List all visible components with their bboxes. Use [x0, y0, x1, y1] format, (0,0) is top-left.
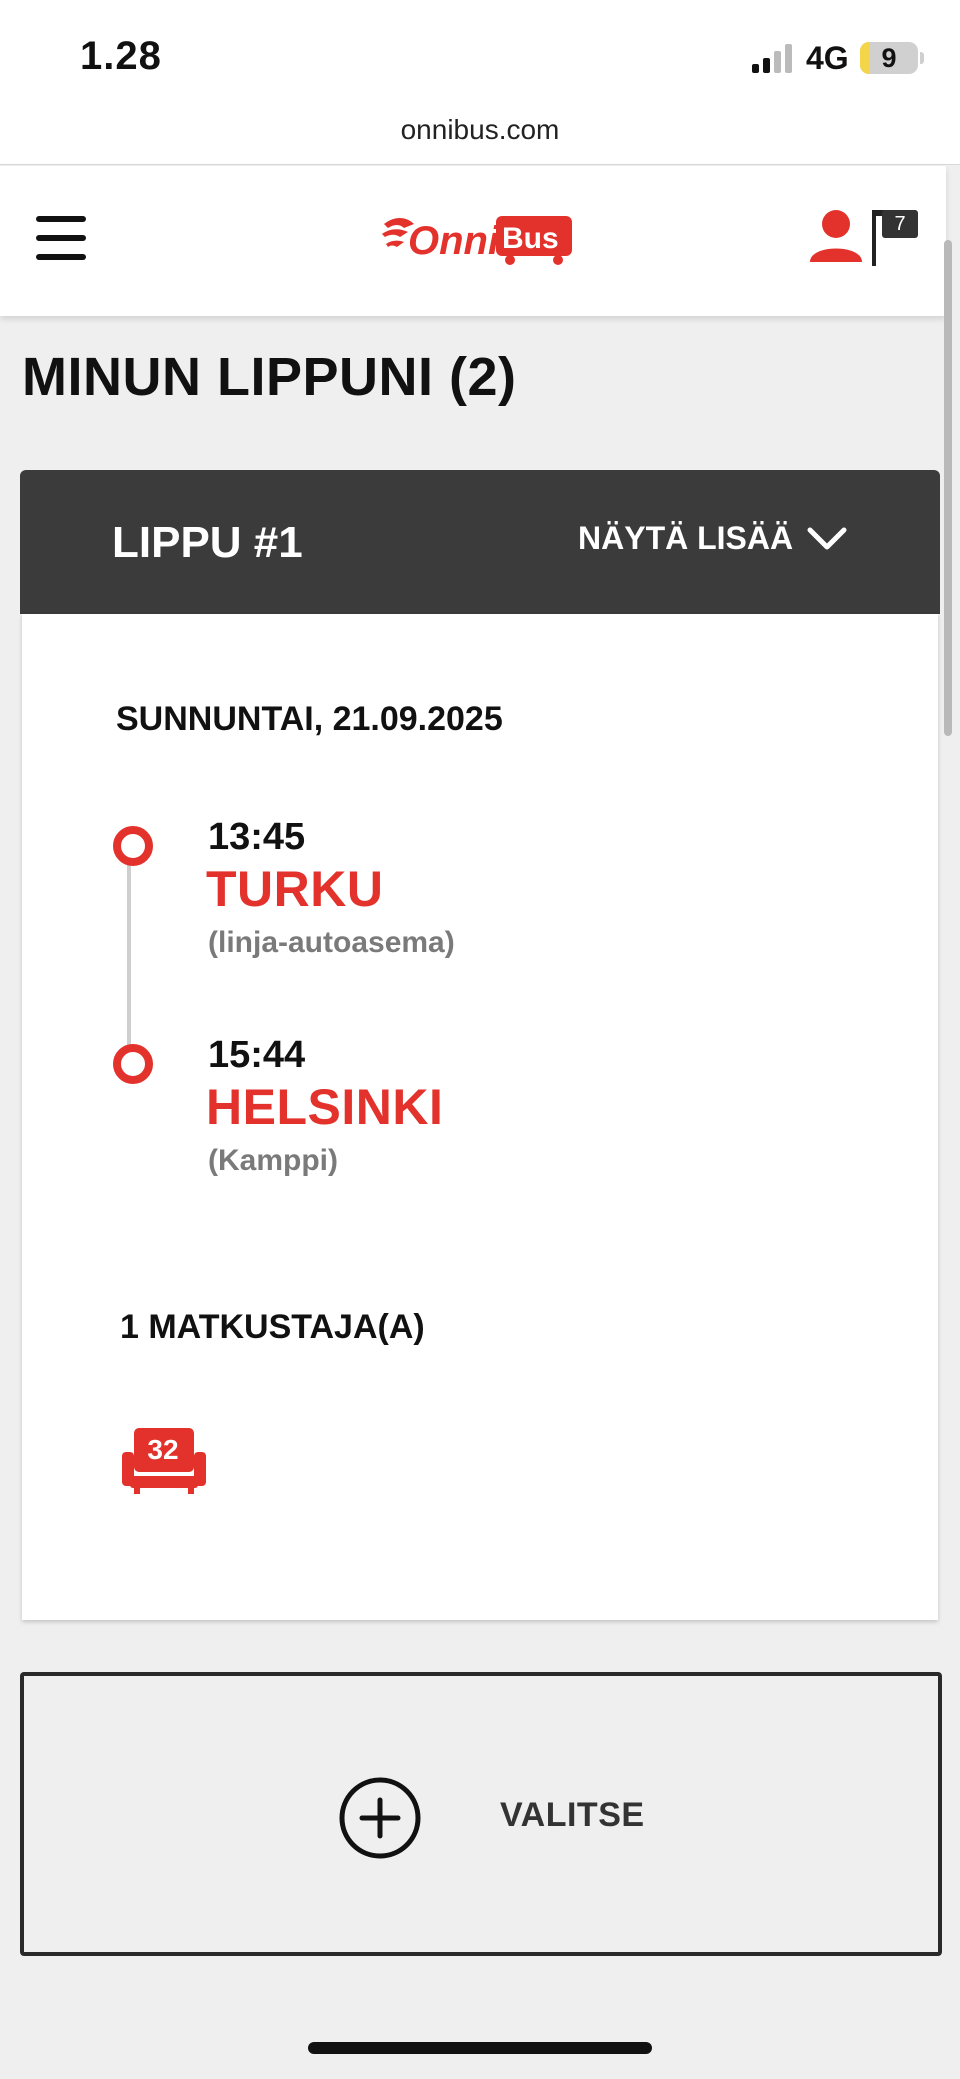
passenger-count: 1 MATKUSTAJA(A) — [120, 1308, 425, 1346]
signal-icon — [752, 44, 794, 79]
menu-icon[interactable] — [36, 216, 86, 260]
battery-level: 9 — [881, 43, 897, 73]
chevron-down-icon — [807, 527, 847, 549]
onnibus-logo[interactable]: Onni Bus — [380, 210, 576, 271]
travel-date: SUNNUNTAI, 21.09.2025 — [116, 700, 503, 738]
url-text: onnibus.com — [400, 114, 560, 145]
departure-time: 13:45 — [208, 816, 306, 858]
home-indicator[interactable] — [308, 2042, 652, 2054]
arrival-station: (Kamppi) — [208, 1144, 338, 1177]
site-header: Onni Bus 7 — [0, 166, 946, 316]
status-time: 1.28 — [80, 34, 162, 78]
ticket-label: LIPPU #1 — [112, 518, 303, 567]
select-label: VALITSE — [500, 1796, 645, 1834]
battery-tip — [920, 52, 924, 64]
plus-circle-icon — [339, 1777, 421, 1859]
select-ticket-button[interactable]: VALITSE — [20, 1672, 942, 1956]
show-more-button[interactable]: NÄYTÄ LISÄÄ — [578, 520, 847, 557]
url-bar[interactable]: onnibus.com — [0, 112, 960, 165]
arrival-time: 15:44 — [208, 1034, 306, 1076]
seat-number: 32 — [147, 1434, 179, 1465]
ticket-card: SUNNUNTAI, 21.09.2025 13:45 TURKU (linja… — [22, 614, 938, 1620]
route-line — [127, 854, 131, 1064]
network-label: 4G — [806, 40, 849, 76]
arrival-dot-icon — [113, 1044, 153, 1084]
arrival-city: HELSINKI — [206, 1079, 444, 1135]
departure-city: TURKU — [206, 861, 384, 917]
svg-text:Bus: Bus — [502, 222, 559, 255]
user-icon[interactable] — [808, 208, 864, 269]
svg-text:Onni: Onni — [408, 219, 500, 263]
departure-dot-icon — [113, 826, 153, 866]
page-title: MINUN LIPPUNI (2) — [22, 347, 517, 407]
seat-icon[interactable]: 32 — [122, 1428, 206, 1499]
status-bar: 1.28 4G 9 — [0, 0, 960, 112]
ticket-header: LIPPU #1 NÄYTÄ LISÄÄ — [20, 470, 940, 614]
cart-count-badge: 7 — [882, 210, 918, 238]
battery-icon: 9 — [860, 42, 918, 74]
departure-station: (linja-autoasema) — [208, 926, 455, 959]
scrollbar[interactable] — [944, 240, 952, 736]
show-more-label: NÄYTÄ LISÄÄ — [578, 520, 794, 556]
